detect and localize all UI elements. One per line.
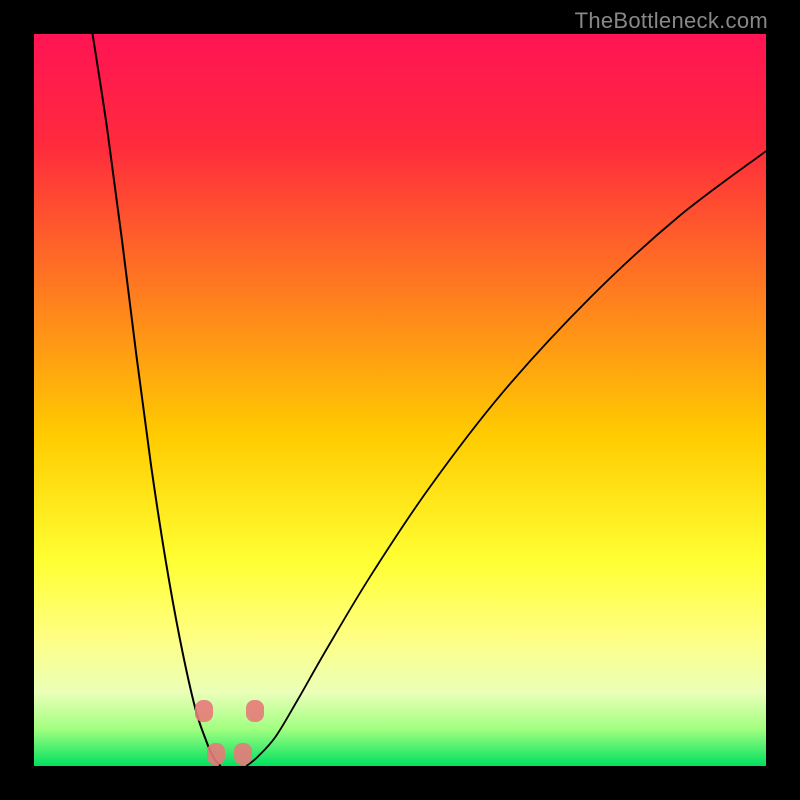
chart-area <box>34 34 766 766</box>
left-curve <box>93 34 221 766</box>
curve-layer <box>34 34 766 766</box>
data-marker <box>246 700 264 722</box>
watermark-text: TheBottleneck.com <box>575 8 768 34</box>
data-marker <box>195 700 213 722</box>
right-curve <box>246 151 766 766</box>
data-marker <box>234 743 252 765</box>
data-marker <box>207 743 225 765</box>
